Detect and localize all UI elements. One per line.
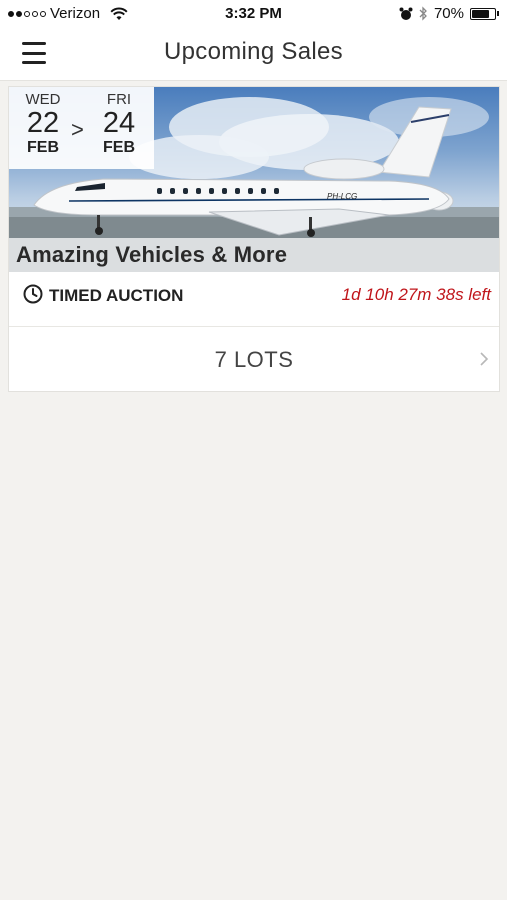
end-dow: FRI [106,91,132,108]
status-bar: Verizon 3:32 PM 70% [0,0,507,28]
sale-title: Amazing Vehicles & More [16,242,288,267]
date-range-arrow: > [71,117,84,142]
view-lots-button[interactable]: 7 LOTS [9,327,499,391]
aircraft-registration: PH-LCG [327,192,357,201]
end-day: 24 [102,107,136,139]
battery-level [472,9,489,18]
start-date: WED 22 FEB [13,91,73,157]
end-month: FEB [103,139,135,156]
sale-title-overlay: Amazing Vehicles & More [9,238,499,272]
battery-icon [470,7,496,20]
page-title: Upcoming Sales [164,38,343,65]
sale-card[interactable]: PH-LCG WED 22 FEB > FRI 24 FEB Amazing V… [8,86,500,392]
bluetooth-icon [419,6,427,21]
clock-icon [23,284,43,304]
start-month: FEB [27,139,59,156]
auction-type-label: TIMED AUCTION [49,286,184,305]
status-right: 70% [399,5,499,22]
chevron-right-icon [480,352,489,366]
sale-date-range: WED 22 FEB > FRI 24 FEB [9,87,154,169]
battery-tip [497,11,499,16]
battery-percent: 70% [433,5,464,22]
nav-bar: Upcoming Sales [0,28,507,81]
lots-count-label: 7 LOTS [214,347,294,372]
start-dow: WED [25,91,61,108]
start-day: 22 [26,107,60,139]
end-date: FRI 24 FEB [89,91,149,157]
alarm-icon [399,7,413,20]
sale-hero-image: PH-LCG WED 22 FEB > FRI 24 FEB Amazing V… [9,87,499,272]
time-left-countdown: 1d 10h 27m 38s left [341,285,491,304]
auction-info-row: TIMED AUCTION 1d 10h 27m 38s left [9,272,499,327]
